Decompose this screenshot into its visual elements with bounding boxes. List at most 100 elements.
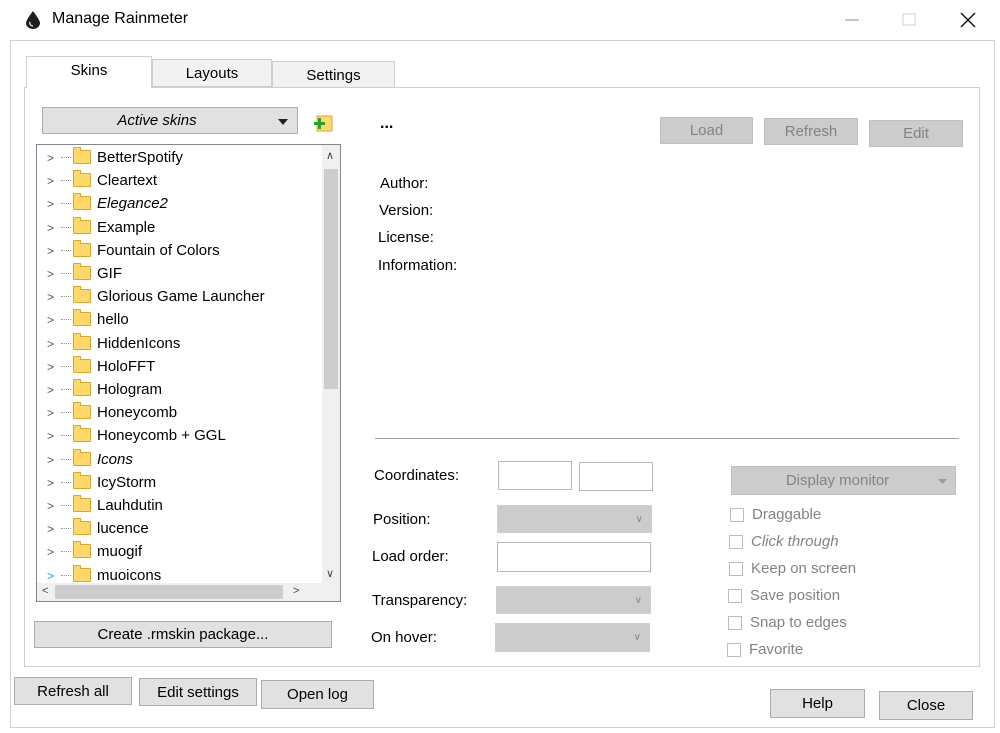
load-order-field[interactable] <box>497 542 651 572</box>
expand-chevron-icon[interactable]: > <box>47 499 54 513</box>
tree-item[interactable]: > Icons <box>37 448 309 471</box>
tree-item[interactable]: > Honeycomb <box>37 402 309 424</box>
selected-skin-name: ... <box>380 115 394 132</box>
scrollbar-thumb[interactable] <box>55 585 283 599</box>
tree-item[interactable]: > Elegance2 <box>37 193 309 215</box>
expand-chevron-icon[interactable]: > <box>47 406 54 420</box>
checkbox-label: Draggable <box>752 506 822 523</box>
tree-item-label: lucence <box>97 520 149 538</box>
tree-connector <box>61 528 71 530</box>
edit-settings-button[interactable]: Edit settings <box>139 678 257 706</box>
close-icon <box>960 12 976 28</box>
tree-connector <box>61 273 71 274</box>
coordinate-y-field[interactable] <box>579 462 653 491</box>
expand-chevron-icon[interactable]: > <box>47 429 54 443</box>
load-order-label: Load order: <box>372 548 449 565</box>
load-button[interactable]: Load <box>660 117 753 144</box>
license-label: License: <box>378 229 434 246</box>
expand-chevron-icon[interactable]: > <box>47 569 54 583</box>
expand-chevron-icon[interactable]: > <box>47 522 54 536</box>
tree-item-label: hello <box>97 311 129 329</box>
tree-item[interactable]: > Honeycomb + GGL <box>37 425 309 447</box>
tree-item[interactable]: > Fountain of Colors <box>37 239 309 262</box>
tab-settings[interactable]: Settings <box>272 61 395 89</box>
window-title: Manage Rainmeter <box>52 10 189 27</box>
tree-item[interactable]: > HoloFFT <box>37 355 309 378</box>
tree-item-label: Honeycomb <box>97 404 178 422</box>
scrollbar-thumb[interactable] <box>324 169 338 389</box>
checkbox-box[interactable] <box>729 535 743 549</box>
expand-chevron-icon[interactable]: > <box>47 267 54 281</box>
expand-chevron-icon[interactable]: > <box>47 337 54 351</box>
expand-chevron-icon[interactable]: > <box>47 545 54 559</box>
tree-item[interactable]: > muogif <box>37 541 309 563</box>
expand-chevron-icon[interactable]: > <box>47 476 54 490</box>
expand-chevron-icon[interactable]: > <box>47 453 54 467</box>
checkbox-box[interactable] <box>728 616 742 630</box>
expand-chevron-icon[interactable]: > <box>47 290 54 304</box>
folder-icon <box>73 518 91 536</box>
tree-item-label: IcyStorm <box>97 473 157 491</box>
display-monitor-dropdown[interactable]: Display monitor <box>731 466 956 495</box>
scroll-up-icon[interactable]: ∧ <box>326 149 334 162</box>
checkbox-box[interactable] <box>730 508 744 522</box>
tree-item[interactable]: > HiddenIcons <box>37 332 309 355</box>
scroll-left-icon[interactable]: < <box>42 585 48 597</box>
checkbox-box[interactable] <box>728 589 742 603</box>
expand-chevron-icon[interactable]: > <box>47 174 54 188</box>
checkbox-label: Keep on screen <box>751 560 857 577</box>
maximize-button[interactable] <box>889 6 929 34</box>
tree-connector <box>61 389 71 390</box>
skins-tree[interactable]: > BetterSpotify > Cleartext > Elegance2 > Examp… <box>36 144 341 602</box>
refresh-button[interactable]: Refresh <box>764 118 858 145</box>
edit-button[interactable]: Edit <box>869 120 963 147</box>
expand-chevron-icon[interactable]: > <box>47 244 54 258</box>
folder-icon <box>73 309 91 327</box>
tree-item[interactable]: > BetterSpotify <box>37 147 309 169</box>
expand-chevron-icon[interactable]: > <box>47 221 54 235</box>
transparency-select[interactable]: ∨ <box>496 586 651 614</box>
new-skin-icon[interactable] <box>313 112 335 134</box>
checkbox-box[interactable] <box>727 643 741 657</box>
open-log-button[interactable]: Open log <box>261 680 374 709</box>
tree-item[interactable]: > IcyStorm <box>37 471 309 494</box>
position-label: Position: <box>373 511 431 528</box>
help-button[interactable]: Help <box>770 689 865 718</box>
tree-item[interactable]: > Glorious Game Launcher <box>37 286 309 308</box>
tree-item-label: Fountain of Colors <box>97 241 220 259</box>
tree-item[interactable]: > Example <box>37 216 309 239</box>
expand-chevron-icon[interactable]: > <box>47 360 54 374</box>
author-label: Author: <box>380 175 429 192</box>
on-hover-select[interactable]: ∨ <box>495 623 650 652</box>
tree-horizontal-scrollbar[interactable]: < > <box>37 583 340 601</box>
close-button[interactable]: Close <box>879 691 973 720</box>
tree-item[interactable]: > lucence <box>37 518 309 540</box>
scroll-down-icon[interactable]: ∨ <box>326 567 334 580</box>
minimize-button[interactable] <box>832 6 872 34</box>
tree-item[interactable]: > GIF <box>37 263 309 285</box>
scroll-right-icon[interactable]: > <box>293 585 299 597</box>
tab-layouts[interactable]: Layouts <box>152 59 272 87</box>
tree-item[interactable]: > hello <box>37 309 309 331</box>
title-bar: Manage Rainmeter <box>0 0 1000 40</box>
tree-item-label: Cleartext <box>97 172 158 190</box>
create-package-button[interactable]: Create .rmskin package... <box>34 621 332 648</box>
tree-vertical-scrollbar[interactable]: ∧ ∨ <box>322 145 340 583</box>
expand-chevron-icon[interactable]: > <box>47 151 54 165</box>
coordinates-label: Coordinates: <box>374 467 460 484</box>
close-window-button[interactable] <box>948 6 988 34</box>
expand-chevron-icon[interactable]: > <box>47 383 54 397</box>
tree-item[interactable]: > Hologram <box>37 379 309 401</box>
coordinate-x-field[interactable] <box>498 461 572 490</box>
skins-filter-dropdown[interactable]: Active skins <box>42 107 298 134</box>
position-select[interactable]: ∨ <box>497 505 652 533</box>
tree-item[interactable]: > Lauhdutin <box>37 495 309 517</box>
tree-item-label: Lauhdutin <box>97 497 163 514</box>
expand-chevron-icon[interactable]: > <box>47 197 54 211</box>
refresh-all-button[interactable]: Refresh all <box>14 677 132 705</box>
expand-chevron-icon[interactable]: > <box>47 313 54 327</box>
tab-skins[interactable]: Skins <box>26 56 152 88</box>
tree-item[interactable]: > Cleartext <box>37 170 309 192</box>
tree-item-label: muogif <box>97 543 143 561</box>
checkbox-box[interactable] <box>729 562 743 576</box>
